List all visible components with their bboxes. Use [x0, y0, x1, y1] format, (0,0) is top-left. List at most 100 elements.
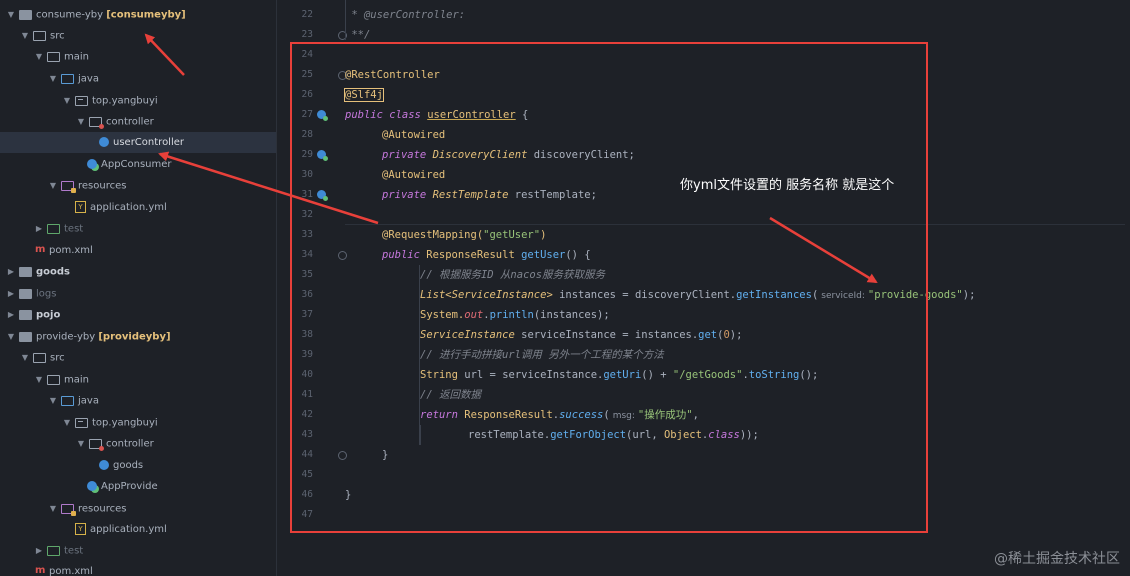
- spring-boot-class-icon: [87, 159, 97, 169]
- code-line-31: private RestTemplate restTemplate;: [382, 189, 597, 201]
- autowired-bean-icon[interactable]: [317, 190, 328, 201]
- resources-folder-icon: [61, 180, 76, 193]
- chevron-right-icon: ▶: [35, 224, 43, 233]
- code-line-43: restTemplate.getForObject(url, Object.cl…: [468, 429, 759, 441]
- tree-item-resources[interactable]: ▼ resources: [0, 175, 276, 196]
- folder-icon: [19, 266, 32, 277]
- watermark: @稀土掘金技术社区: [994, 551, 1120, 567]
- maven-icon: m: [35, 244, 46, 255]
- fold-marker-icon[interactable]: [338, 451, 347, 460]
- chevron-down-icon: ▼: [7, 332, 15, 341]
- chevron-down-icon: ▼: [63, 96, 71, 105]
- chevron-down-icon: ▼: [49, 74, 57, 83]
- line-number: 24: [301, 49, 313, 60]
- spring-boot-class-icon: [87, 481, 97, 491]
- tree-item-src[interactable]: ▼ src: [0, 25, 276, 46]
- chevron-down-icon: ▼: [77, 117, 85, 126]
- line-number: 38: [301, 329, 313, 340]
- tree-item-test[interactable]: ▶ test: [0, 540, 276, 561]
- code-line-30: @Autowired: [382, 169, 446, 181]
- folder-icon: [19, 288, 32, 299]
- tree-item-main[interactable]: ▼ main: [0, 369, 276, 390]
- code-line-46: }: [345, 489, 352, 501]
- tree-item-main[interactable]: ▼ main: [0, 46, 276, 67]
- line-number: 46: [301, 489, 313, 500]
- module-tag: [provideyby]: [98, 331, 171, 343]
- line-number: 36: [301, 289, 313, 300]
- tree-item-src[interactable]: ▼ src: [0, 347, 276, 368]
- code-line-29: private DiscoveryClient discoveryClient;: [382, 149, 635, 161]
- code-line-40: String url = serviceInstance.getUri() + …: [420, 369, 819, 381]
- tree-item-package[interactable]: ▼ top.yangbuyi: [0, 90, 276, 111]
- maven-icon: m: [35, 565, 46, 576]
- tree-item-appconsumer[interactable]: AppConsumer: [0, 154, 276, 175]
- package-icon: [89, 116, 104, 129]
- tree-item-provide-yby[interactable]: ▼ provide-yby [provideyby]: [0, 326, 276, 347]
- tree-item-goods-class[interactable]: goods: [0, 455, 276, 476]
- ide-window: ▼ consume-yby [consumeyby] ▼ src ▼ main ▼ ja…: [0, 0, 1130, 576]
- folder-icon: [47, 51, 60, 62]
- param-hint: serviceId:: [821, 291, 865, 301]
- code-editor[interactable]: 22 23 24 25 26 27 28 29 30 31 32 33 34 3…: [277, 0, 1130, 576]
- caret-highlight: @Slf4j: [344, 88, 384, 102]
- tree-item-usercontroller[interactable]: userController: [0, 132, 276, 153]
- line-number: 27: [301, 109, 313, 120]
- tree-item-application-yml[interactable]: Yapplication.yml: [0, 519, 276, 540]
- line-number: 44: [301, 449, 313, 460]
- tree-item-logs[interactable]: ▶ logs: [0, 283, 276, 304]
- tree-item-application-yml[interactable]: Yapplication.yml: [0, 197, 276, 218]
- tree-item-resources[interactable]: ▼ resources: [0, 498, 276, 519]
- tree-item-test[interactable]: ▶ test: [0, 218, 276, 239]
- code-line-35: // 根据服务ID 从nacos服务获取服务: [420, 269, 606, 281]
- chevron-down-icon: ▼: [49, 396, 57, 405]
- code-line-23: **/: [345, 29, 371, 41]
- tree-item-controller[interactable]: ▼ controller: [0, 433, 276, 454]
- project-tree: ▼ consume-yby [consumeyby] ▼ src ▼ main ▼ ja…: [0, 0, 277, 576]
- chevron-down-icon: ▼: [77, 439, 85, 448]
- annotation-note: 你yml文件设置的 服务名称 就是这个: [680, 178, 895, 193]
- line-number: 28: [301, 129, 313, 140]
- spring-bean-icon[interactable]: [317, 110, 328, 121]
- code-line-26: @Slf4j: [344, 85, 384, 105]
- class-icon: [99, 460, 109, 470]
- tree-item-pom[interactable]: m pom.xml: [0, 240, 276, 261]
- resources-folder-icon: [61, 503, 76, 516]
- folder-icon: [33, 30, 46, 41]
- fold-marker-icon[interactable]: [338, 251, 347, 260]
- line-number: 43: [301, 429, 313, 440]
- test-folder-icon: [47, 545, 60, 556]
- source-folder-icon: [61, 73, 74, 84]
- line-number: 32: [301, 209, 313, 220]
- chevron-right-icon: ▶: [7, 267, 15, 276]
- service-name-string: "provide-goods": [867, 289, 963, 301]
- folder-icon: [47, 374, 60, 385]
- param-hint: msg:: [612, 411, 635, 421]
- line-number: 30: [301, 169, 313, 180]
- chevron-down-icon: ▼: [49, 181, 57, 190]
- code-line-38: ServiceInstance serviceInstance = instan…: [420, 329, 743, 341]
- tree-item-pom[interactable]: m pom.xml: [0, 561, 276, 576]
- tree-item-controller[interactable]: ▼ controller: [0, 111, 276, 132]
- chevron-down-icon: ▼: [35, 52, 43, 61]
- tree-item-java[interactable]: ▼ java: [0, 68, 276, 89]
- tree-item-package[interactable]: ▼ top.yangbuyi: [0, 412, 276, 433]
- tree-item-pojo[interactable]: ▶ pojo: [0, 304, 276, 325]
- code-line-37: System.out.println(instances);: [420, 309, 610, 321]
- code-line-44: }: [382, 449, 389, 461]
- tree-item-java[interactable]: ▼ java: [0, 390, 276, 411]
- line-number: 37: [301, 309, 313, 320]
- module-folder-icon: [19, 331, 32, 342]
- package-icon: [89, 438, 104, 451]
- autowired-bean-icon[interactable]: [317, 150, 328, 161]
- tree-item-consume-yby[interactable]: ▼ consume-yby [consumeyby]: [0, 4, 276, 25]
- code-line-28: @Autowired: [382, 129, 446, 141]
- tree-item-goods[interactable]: ▶ goods: [0, 261, 276, 282]
- line-number: 47: [301, 509, 313, 520]
- tree-item-appprovide[interactable]: AppProvide: [0, 476, 276, 497]
- editor-gutter: 22 23 24 25 26 27 28 29 30 31 32 33 34 3…: [277, 0, 347, 576]
- line-number: 41: [301, 389, 313, 400]
- folder-icon: [33, 352, 46, 363]
- chevron-down-icon: ▼: [35, 375, 43, 384]
- line-number: 45: [301, 469, 313, 480]
- code-line-39: // 进行手动拼接url调用 另外一个工程的某个方法: [420, 349, 664, 361]
